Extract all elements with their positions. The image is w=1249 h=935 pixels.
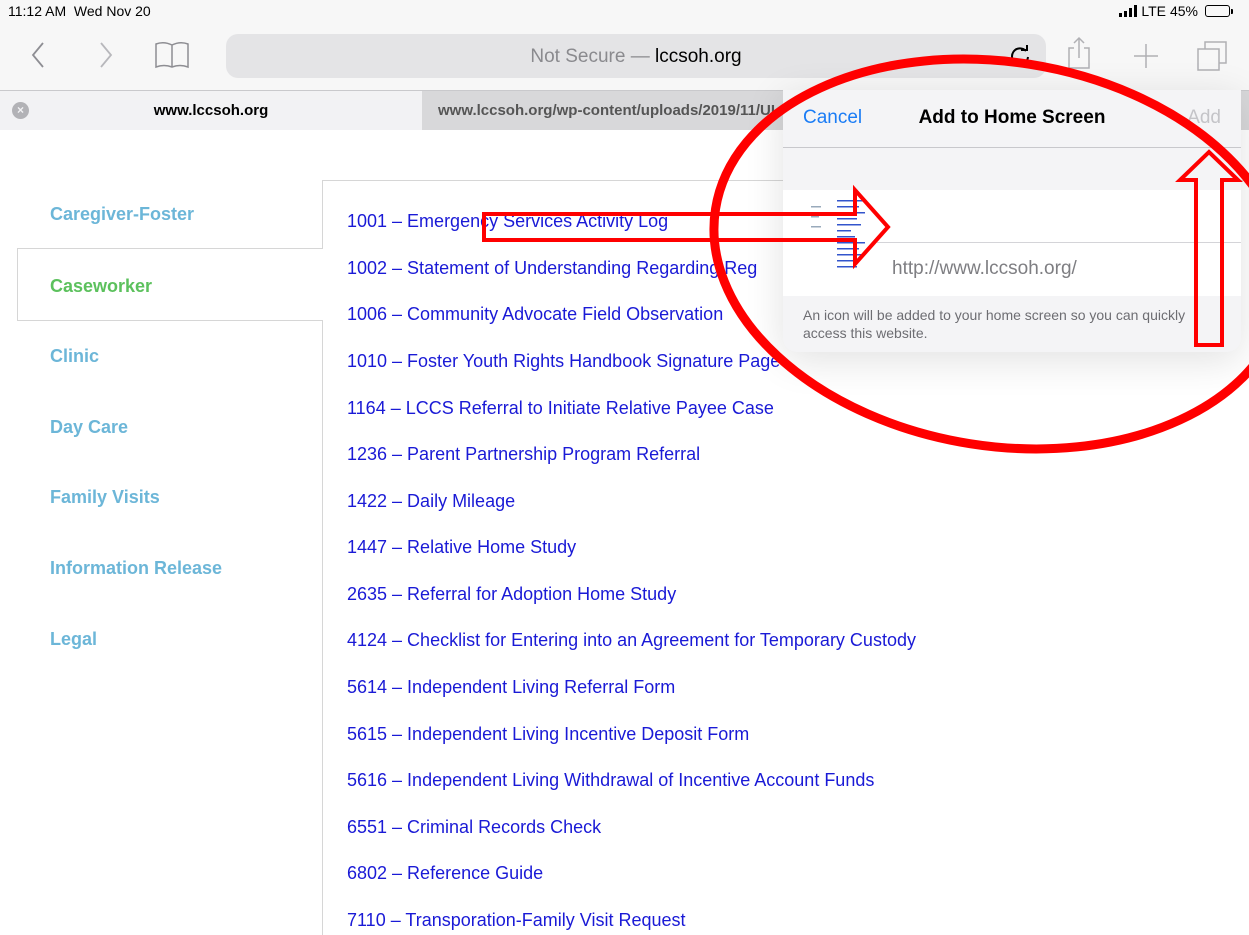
form-link[interactable]: 5616 – Independent Living Withdrawal of … [347, 770, 874, 791]
close-icon[interactable]: × [12, 102, 29, 119]
popover-header: Cancel Add to Home Screen Add [783, 90, 1241, 148]
form-link[interactable]: 1422 – Daily Mileage [347, 491, 515, 512]
status-time: 11:12 AM Wed Nov 20 [8, 3, 151, 19]
form-link[interactable]: 6802 – Reference Guide [347, 863, 543, 884]
address-bar[interactable]: Not Secure — lccsoh.org [226, 34, 1046, 78]
signal-icon [1119, 5, 1138, 17]
tabs-icon[interactable] [1196, 40, 1228, 77]
plus-icon[interactable] [1132, 42, 1160, 75]
network-label: LTE [1141, 3, 1166, 19]
shortcut-url: http://www.lccsoh.org/ [892, 258, 1077, 279]
status-time-value: 11:12 AM [8, 3, 67, 19]
sidebar-item-day-care[interactable]: Day Care [50, 417, 128, 438]
tab-label: www.lccsoh.org/wp-content/uploads/2019/1… [438, 102, 776, 119]
url-domain: lccsoh.org [655, 46, 742, 67]
tab-uploads[interactable]: www.lccsoh.org/wp-content/uploads/2019/1… [422, 91, 782, 130]
form-link[interactable]: 5615 – Independent Living Incentive Depo… [347, 724, 749, 745]
status-bar: 11:12 AM Wed Nov 20 LTE 45% [0, 0, 1249, 22]
tab-label: www.lccsoh.org [153, 102, 269, 119]
form-link[interactable]: 1006 – Community Advocate Field Observat… [347, 304, 723, 325]
popover-title: Add to Home Screen [918, 107, 1106, 128]
battery-icon [1205, 5, 1233, 17]
form-link[interactable]: 6551 – Criminal Records Check [347, 817, 601, 838]
add-button[interactable]: Add [1187, 107, 1221, 129]
shortcut-card: http://www.lccsoh.org/ [783, 190, 1241, 296]
form-link[interactable]: 1001 – Emergency Services Activity Log [347, 211, 668, 232]
sidebar-item-information-release[interactable]: Information Release [50, 558, 222, 579]
form-link[interactable]: 1447 – Relative Home Study [347, 537, 576, 558]
form-link[interactable]: 7110 – Transporation-Family Visit Reques… [347, 910, 686, 931]
browser-toolbar: Not Secure — lccsoh.org [0, 22, 1249, 90]
form-link[interactable]: 1010 – Foster Youth Rights Handbook Sign… [347, 351, 780, 372]
form-link[interactable]: 2635 – Referral for Adoption Home Study [347, 584, 676, 605]
sidebar-item-clinic[interactable]: Clinic [50, 346, 99, 367]
popover-note: An icon will be added to your home scree… [803, 307, 1186, 341]
form-link[interactable]: 5614 – Independent Living Referral Form [347, 677, 675, 698]
security-label: Not Secure — [530, 46, 655, 67]
form-link[interactable]: 1236 – Parent Partnership Program Referr… [347, 444, 700, 465]
sidebar-item-legal[interactable]: Legal [50, 629, 97, 650]
tab-lccsoh[interactable]: × www.lccsoh.org [0, 91, 422, 130]
sidebar-item-family-visits[interactable]: Family Visits [50, 487, 160, 508]
form-link[interactable]: 4124 – Checklist for Entering into an Ag… [347, 630, 916, 651]
form-link[interactable]: 1164 – LCCS Referral to Initiate Relativ… [347, 398, 774, 419]
shortcut-name-input[interactable] [877, 190, 1241, 243]
add-to-home-screen-popover: Cancel Add to Home Screen Add http://www… [783, 90, 1241, 352]
battery-percent: 45% [1169, 3, 1198, 19]
reload-icon[interactable] [1008, 44, 1032, 73]
book-icon[interactable] [154, 40, 190, 75]
chevron-right-icon[interactable] [98, 40, 114, 75]
share-icon[interactable] [1066, 36, 1092, 75]
sidebar-item-caregiver-foster[interactable]: Caregiver-Foster [50, 204, 194, 225]
status-right: LTE 45% [1119, 3, 1233, 19]
form-link[interactable]: 1002 – Statement of Understanding Regard… [347, 258, 757, 279]
address-text: Not Secure — lccsoh.org [226, 46, 1046, 68]
status-date: Wed Nov 20 [73, 3, 151, 19]
chevron-left-icon[interactable] [30, 40, 46, 75]
site-thumbnail [807, 192, 873, 280]
sidebar-item-caseworker[interactable]: Caseworker [50, 276, 152, 297]
